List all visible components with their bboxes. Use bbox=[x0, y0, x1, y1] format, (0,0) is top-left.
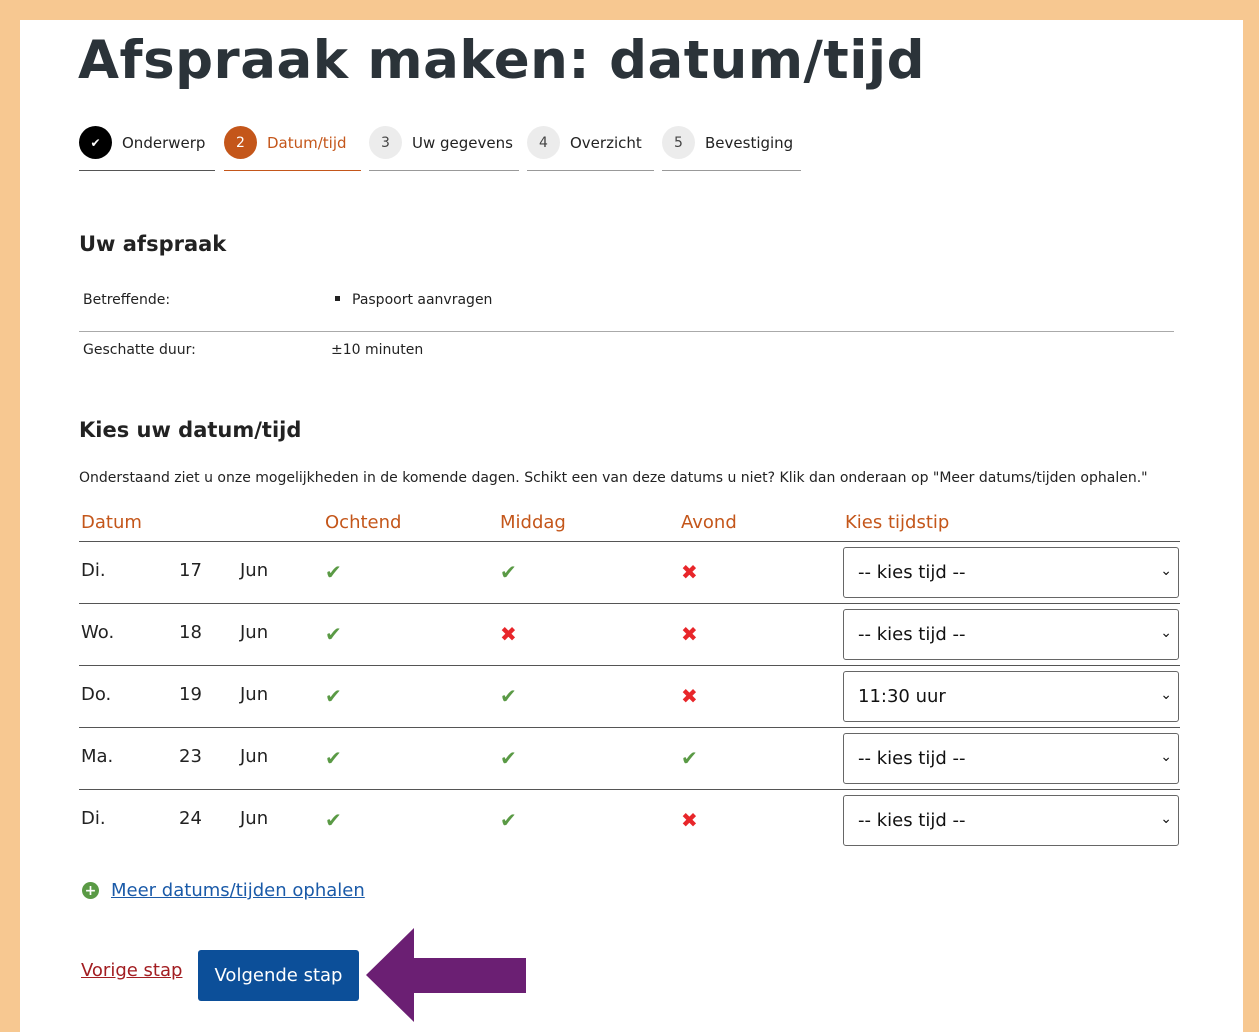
table-row: Di. 17 Jun ✔ ✔ ✖ -- kies tijd -- ⌄ bbox=[79, 542, 1180, 604]
chevron-down-icon: ⌄ bbox=[1160, 563, 1172, 579]
col-afternoon: Middag bbox=[500, 512, 566, 533]
table-row: Di. 24 Jun ✔ ✔ ✖ -- kies tijd -- ⌄ bbox=[79, 790, 1180, 852]
check-icon: ✔ bbox=[325, 808, 342, 832]
row-day: Wo. bbox=[81, 622, 115, 643]
subject-label: Betreffende: bbox=[83, 292, 171, 308]
col-date: Datum bbox=[81, 512, 142, 533]
page-card: Afspraak maken: datum/tijd ✔ Onderwerp 2… bbox=[20, 20, 1243, 1032]
duration-row: Geschatte duur: ±10 minuten bbox=[79, 342, 1174, 390]
row-date: 24 bbox=[179, 808, 202, 829]
chevron-down-icon: ⌄ bbox=[1160, 625, 1172, 641]
check-icon: ✔ bbox=[79, 126, 112, 159]
check-icon: ✔ bbox=[500, 746, 517, 770]
row-month: Jun bbox=[240, 746, 269, 767]
time-select[interactable]: 11:30 uur ⌄ bbox=[843, 671, 1179, 722]
previous-step-link[interactable]: Vorige stap bbox=[81, 960, 182, 981]
step-overzicht: 4 Overzicht bbox=[527, 124, 654, 171]
check-icon: ✔ bbox=[681, 746, 698, 770]
subject-row: Betreffende: Paspoort aanvragen bbox=[79, 292, 1174, 340]
time-select-value: -- kies tijd -- bbox=[858, 810, 966, 831]
intro-text: Onderstaand ziet u onze mogelijkheden in… bbox=[79, 470, 1148, 486]
table-header: Datum Ochtend Middag Avond Kies tijdstip bbox=[79, 512, 1180, 542]
time-select-value: -- kies tijd -- bbox=[858, 624, 966, 645]
cross-icon: ✖ bbox=[681, 684, 698, 708]
row-day: Di. bbox=[81, 560, 106, 581]
row-month: Jun bbox=[240, 808, 269, 829]
check-icon: ✔ bbox=[325, 560, 342, 584]
check-icon: ✔ bbox=[325, 746, 342, 770]
time-select[interactable]: -- kies tijd -- ⌄ bbox=[843, 609, 1179, 660]
appointment-heading: Uw afspraak bbox=[79, 232, 227, 256]
step-bevestiging: 5 Bevestiging bbox=[662, 124, 801, 171]
row-month: Jun bbox=[240, 684, 269, 705]
page-title: Afspraak maken: datum/tijd bbox=[78, 30, 926, 91]
step-number: 3 bbox=[369, 126, 402, 159]
step-number: 2 bbox=[224, 126, 257, 159]
row-month: Jun bbox=[240, 622, 269, 643]
row-date: 17 bbox=[179, 560, 202, 581]
plus-icon: + bbox=[82, 882, 99, 899]
row-date: 18 bbox=[179, 622, 202, 643]
availability-table: Datum Ochtend Middag Avond Kies tijdstip… bbox=[79, 512, 1180, 852]
cross-icon: ✖ bbox=[681, 622, 698, 646]
arrow-left-icon bbox=[366, 928, 526, 1022]
time-select-value: 11:30 uur bbox=[858, 686, 946, 707]
col-morning: Ochtend bbox=[325, 512, 402, 533]
more-dates-link[interactable]: Meer datums/tijden ophalen bbox=[111, 880, 365, 901]
row-date: 19 bbox=[179, 684, 202, 705]
step-label: Onderwerp bbox=[122, 134, 206, 152]
duration-label: Geschatte duur: bbox=[83, 342, 196, 358]
step-label: Uw gegevens bbox=[412, 134, 513, 152]
step-onderwerp[interactable]: ✔ Onderwerp bbox=[79, 124, 215, 171]
time-select[interactable]: -- kies tijd -- ⌄ bbox=[843, 795, 1179, 846]
time-select-value: -- kies tijd -- bbox=[858, 562, 966, 583]
row-day: Di. bbox=[81, 808, 106, 829]
time-select[interactable]: -- kies tijd -- ⌄ bbox=[843, 547, 1179, 598]
table-row: Ma. 23 Jun ✔ ✔ ✔ -- kies tijd -- ⌄ bbox=[79, 728, 1180, 790]
time-select[interactable]: -- kies tijd -- ⌄ bbox=[843, 733, 1179, 784]
step-label: Bevestiging bbox=[705, 134, 794, 152]
step-number: 4 bbox=[527, 126, 560, 159]
row-date: 23 bbox=[179, 746, 202, 767]
step-label: Datum/tijd bbox=[267, 134, 347, 152]
row-month: Jun bbox=[240, 560, 269, 581]
time-select-value: -- kies tijd -- bbox=[858, 748, 966, 769]
step-uw-gegevens: 3 Uw gegevens bbox=[369, 124, 519, 171]
check-icon: ✔ bbox=[500, 560, 517, 584]
more-dates[interactable]: + Meer datums/tijden ophalen bbox=[82, 880, 365, 901]
check-icon: ✔ bbox=[500, 808, 517, 832]
cross-icon: ✖ bbox=[681, 808, 698, 832]
chevron-down-icon: ⌄ bbox=[1160, 811, 1172, 827]
subject-value: Paspoort aanvragen bbox=[335, 292, 492, 308]
step-number: 5 bbox=[662, 126, 695, 159]
col-choose: Kies tijdstip bbox=[845, 512, 950, 533]
duration-value: ±10 minuten bbox=[331, 342, 424, 358]
row-day: Do. bbox=[81, 684, 112, 705]
table-row: Wo. 18 Jun ✔ ✖ ✖ -- kies tijd -- ⌄ bbox=[79, 604, 1180, 666]
bullet-icon bbox=[335, 295, 340, 301]
cross-icon: ✖ bbox=[681, 560, 698, 584]
row-day: Ma. bbox=[81, 746, 114, 767]
check-icon: ✔ bbox=[325, 622, 342, 646]
chevron-down-icon: ⌄ bbox=[1160, 749, 1172, 765]
next-step-button[interactable]: Volgende stap bbox=[198, 950, 359, 1001]
col-evening: Avond bbox=[681, 512, 737, 533]
step-datum-tijd[interactable]: 2 Datum/tijd bbox=[224, 124, 361, 171]
datetime-heading: Kies uw datum/tijd bbox=[79, 418, 302, 442]
step-label: Overzicht bbox=[570, 134, 642, 152]
divider bbox=[79, 331, 1174, 332]
cross-icon: ✖ bbox=[500, 622, 517, 646]
check-icon: ✔ bbox=[325, 684, 342, 708]
check-icon: ✔ bbox=[500, 684, 517, 708]
table-row: Do. 19 Jun ✔ ✔ ✖ 11:30 uur ⌄ bbox=[79, 666, 1180, 728]
chevron-down-icon: ⌄ bbox=[1160, 687, 1172, 703]
